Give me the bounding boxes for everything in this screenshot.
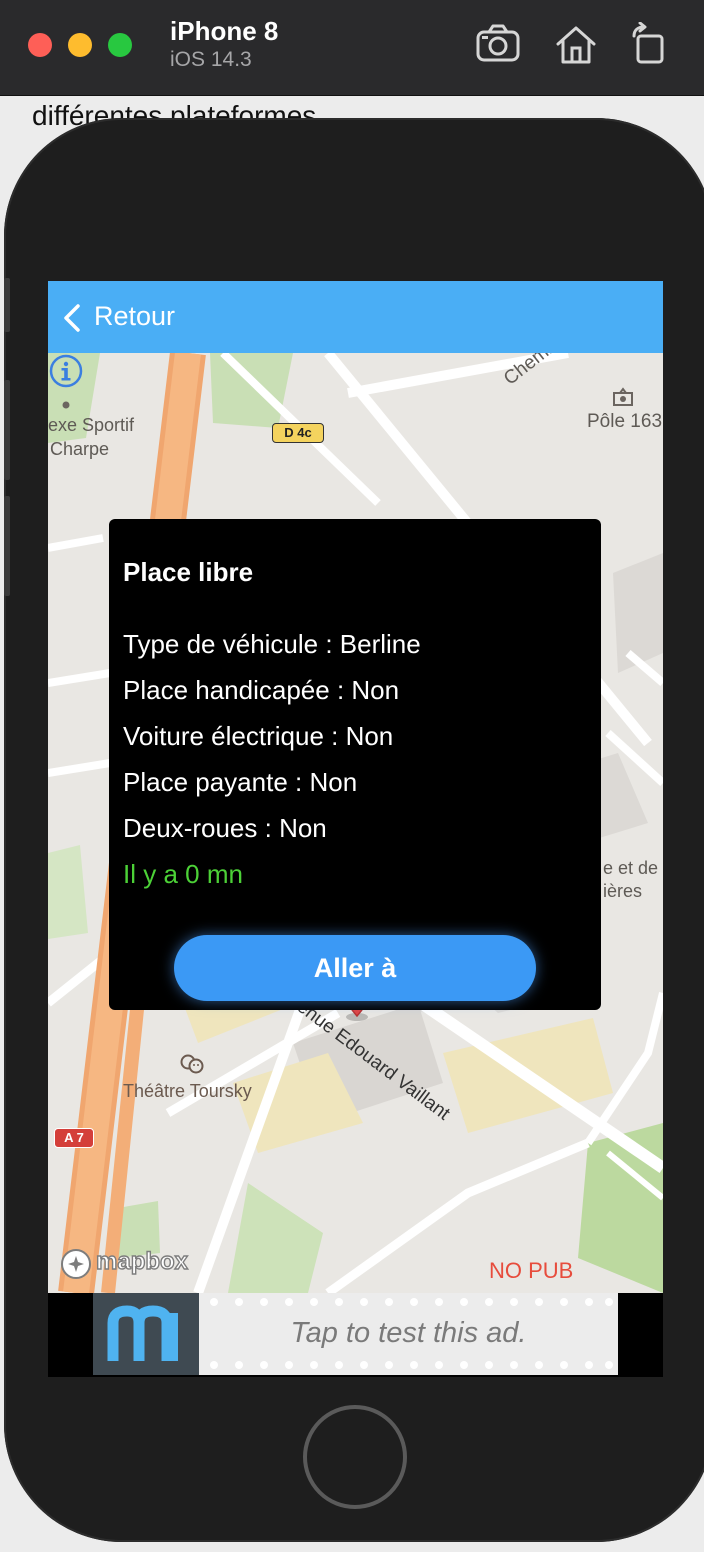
rotate-icon[interactable] <box>626 21 674 68</box>
go-to-button[interactable]: Aller à <box>174 935 536 1001</box>
road-badge-d4c: D 4c <box>272 423 324 443</box>
mapbox-logo-icon <box>61 1249 91 1279</box>
mapbox-attribution[interactable]: mapbox <box>60 1246 210 1282</box>
no-pub-link[interactable]: NO PUB <box>489 1258 573 1284</box>
ad-text: Tap to test this ad. <box>290 1317 527 1349</box>
map-label-sport-complex: exe Sportif <box>48 415 135 435</box>
map-label-right-line1: e et de <box>603 858 659 878</box>
screenshot-icon[interactable] <box>474 22 522 68</box>
parking-info-popup: Place libre Type de véhicule : Berline P… <box>109 519 601 1010</box>
info-icon[interactable] <box>48 353 84 389</box>
map-label-sport-complex-line2: Charpe <box>50 439 110 459</box>
map-label-right-line2: ières <box>603 881 643 901</box>
electric-line: Voiture électrique : Non <box>123 721 394 751</box>
zoom-window-button[interactable] <box>108 33 132 57</box>
museum-icon <box>613 387 633 406</box>
device-name: iPhone 8 <box>170 16 279 46</box>
theatre-icon <box>180 1054 204 1074</box>
ad-banner[interactable]: Tap to test this ad. <box>48 1293 663 1377</box>
popup-title: Place libre <box>123 557 254 587</box>
map-label-pole: Pôle 163 <box>587 411 663 432</box>
handicap-line: Place handicapée : Non <box>123 675 400 705</box>
ad-logo <box>93 1293 199 1375</box>
volume-up-button <box>4 380 10 480</box>
simulator-window: iPhone 8 iOS 14.3 différentes plateforme… <box>0 0 704 1552</box>
mapbox-wordmark: mapbox <box>95 1247 189 1275</box>
road-badge-a7: A 7 <box>54 1128 94 1148</box>
minimize-window-button[interactable] <box>68 33 92 57</box>
home-button[interactable] <box>303 1405 407 1509</box>
os-version: iOS 14.3 <box>170 48 252 71</box>
ad-m-logo-icon <box>107 1305 178 1361</box>
vehicle-type-line: Type de véhicule : Berline <box>123 629 421 659</box>
ad-body[interactable]: Tap to test this ad. <box>199 1293 618 1375</box>
home-icon[interactable] <box>552 22 600 68</box>
map-view[interactable]: exe Sportif Charpe Chemi Pôle 163 e et d… <box>48 353 663 1293</box>
chevron-left-icon <box>64 304 80 332</box>
time-ago-label: Il y a 0 mn <box>123 859 243 889</box>
simulator-titlebar: iPhone 8 iOS 14.3 <box>0 0 704 96</box>
close-window-button[interactable] <box>28 33 52 57</box>
back-button-label: Retour <box>94 301 176 331</box>
navigation-bar: Retour <box>48 281 663 353</box>
mute-switch <box>4 278 10 332</box>
two-wheels-line: Deux-roues : Non <box>123 813 327 843</box>
map-label-theatre: Théâtre Toursky <box>123 1081 252 1101</box>
paid-line: Place payante : Non <box>123 767 358 797</box>
volume-down-button <box>4 496 10 596</box>
app-screen: Retour exe Sportif Charpe Chemi Pôle 163… <box>48 281 663 1377</box>
